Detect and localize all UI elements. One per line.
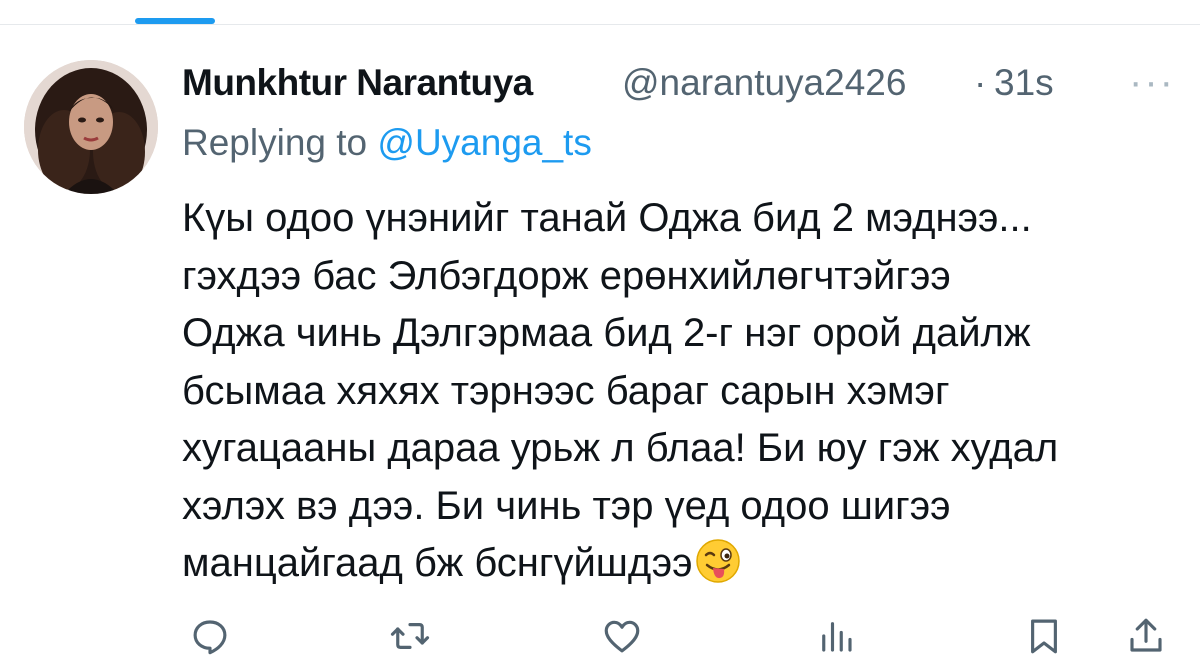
replying-to-mention[interactable]: @Uyanga_ts [377, 122, 591, 163]
tweet-text-line: Оджа чинь Дэлгэрмаа бид 2-г нэг орой дай… [182, 311, 1031, 355]
tab-indicator [135, 18, 215, 24]
retweet-icon [390, 623, 430, 649]
tweet-text-line-last: манцайгаад бж бснгүйшдээ [182, 535, 1182, 593]
reply-icon [193, 620, 227, 655]
replying-to-label: Replying to [182, 122, 368, 163]
user-handle[interactable]: @narantuya2426 [622, 62, 906, 104]
retweet-button[interactable] [386, 612, 434, 660]
timestamp[interactable]: 31s [994, 62, 1054, 104]
views-icon [822, 622, 852, 652]
bookmark-icon [1031, 619, 1057, 654]
like-icon [604, 620, 640, 653]
winking-face-with-tongue-icon [695, 539, 740, 583]
share-button[interactable] [1122, 612, 1170, 660]
tweet-text: Күы одоо үнэнийг танай Оджа бид 2 мэднээ… [182, 190, 1182, 593]
more-options-icon[interactable]: ··· [1122, 54, 1182, 110]
tweet-text-line: бсымаа хяхях тэрнээс бараг сарын хэмэг [182, 368, 950, 413]
views-button[interactable] [812, 612, 860, 660]
tweet-text-line: гэхдээ бас Элбэгдорж ерөнхийлөгчтэйгээ [182, 253, 951, 298]
display-name[interactable]: Munkhtur Narantuya [182, 62, 533, 104]
tweet-text-line: хугацааны дараа урьж л блаа! Би юу гэж х… [182, 426, 1059, 470]
like-button[interactable] [598, 612, 646, 660]
tweet-actions [0, 600, 1200, 662]
avatar-image [24, 60, 158, 194]
tweet-text-line: манцайгаад бж бснгүйшдээ [182, 541, 693, 585]
share-icon [1130, 618, 1162, 652]
reply-button[interactable] [186, 612, 234, 660]
tweet-text-line: Күы одоо үнэнийг танай Оджа бид 2 мэднээ… [182, 196, 1032, 240]
top-divider [0, 24, 1200, 25]
tweet-header: Munkhtur Narantuya @narantuya2426 · 31s … [182, 54, 1182, 110]
replying-to: Replying to @Uyanga_ts [182, 122, 592, 164]
avatar[interactable] [24, 60, 158, 194]
bookmark-button[interactable] [1020, 612, 1068, 660]
tweet-text-line: хэлэх вэ дээ. Би чинь тэр үед одоо шигээ [182, 483, 951, 528]
dot-separator: · [974, 62, 987, 103]
